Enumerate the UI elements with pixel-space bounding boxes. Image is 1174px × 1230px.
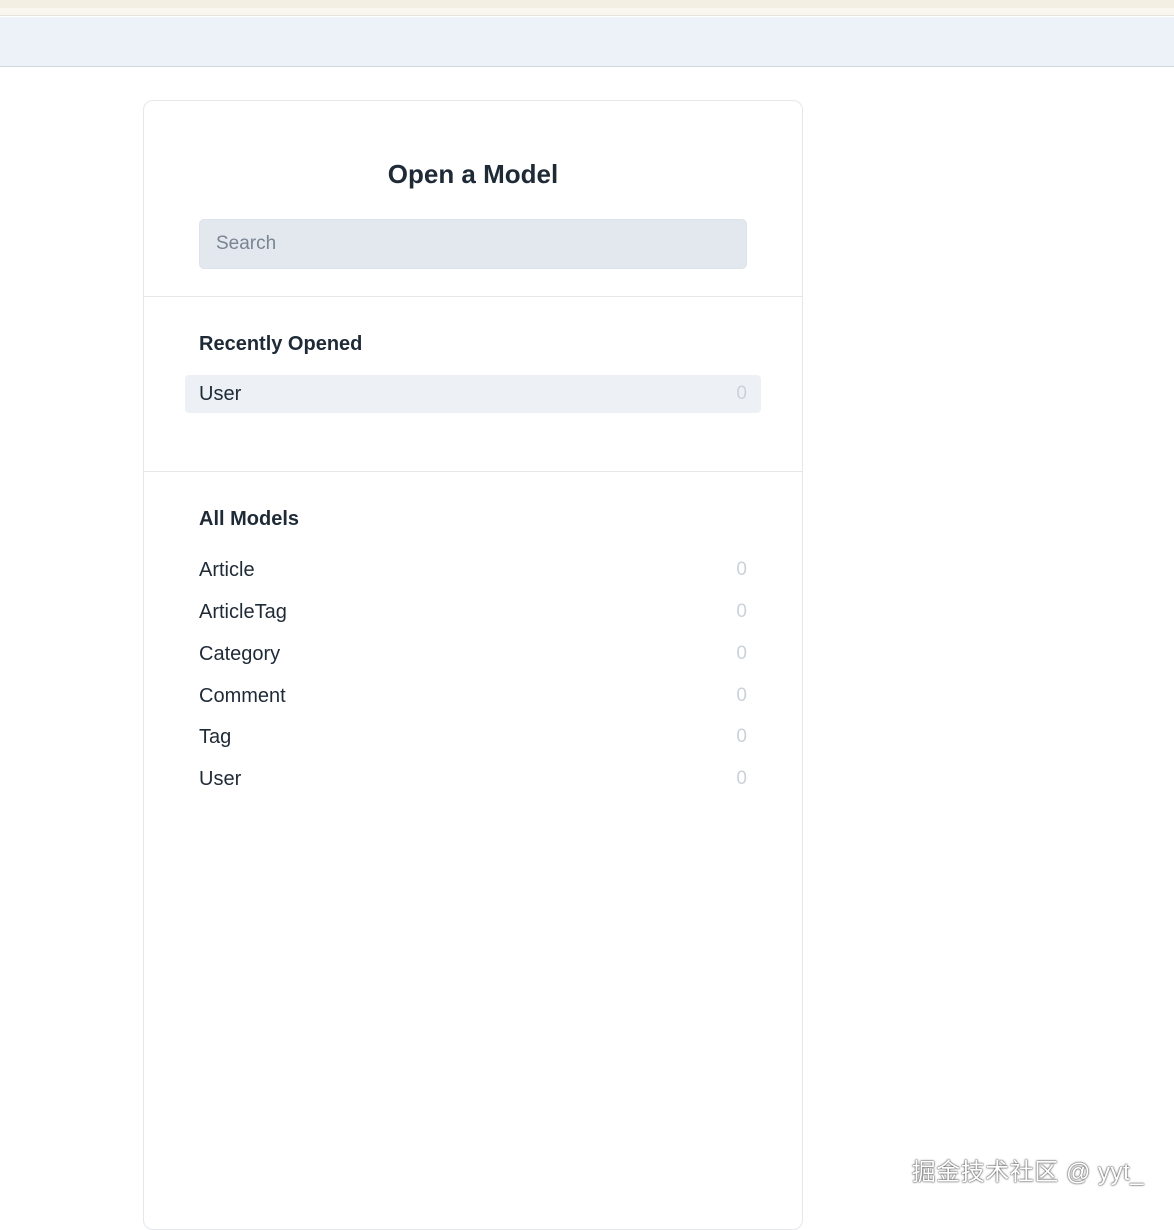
open-model-panel: Open a Model Recently Opened User 0 All … xyxy=(143,100,803,1230)
list-item-label: Tag xyxy=(199,725,232,748)
list-item-count: 0 xyxy=(736,559,747,580)
list-item-label: User xyxy=(199,767,242,790)
list-item-label: ArticleTag xyxy=(199,600,287,623)
list-item-count: 0 xyxy=(736,685,747,706)
list-item-label: Article xyxy=(199,558,255,581)
model-item-comment[interactable]: Comment 0 xyxy=(199,680,747,712)
header-bar xyxy=(0,17,1174,67)
model-item-articletag[interactable]: ArticleTag 0 xyxy=(199,596,747,628)
recently-opened-section: Recently Opened User 0 xyxy=(144,297,802,472)
window-top-strip xyxy=(0,0,1174,8)
list-item-count: 0 xyxy=(736,601,747,622)
model-item-category[interactable]: Category 0 xyxy=(199,638,747,670)
list-item-count: 0 xyxy=(736,643,747,664)
list-item-label: Comment xyxy=(199,684,286,707)
model-item-tag[interactable]: Tag 0 xyxy=(199,721,747,753)
watermark: 掘金技术社区 @ yyt_ xyxy=(911,1159,1144,1186)
model-item-user[interactable]: User 0 xyxy=(199,763,747,795)
recent-item-user[interactable]: User 0 xyxy=(185,375,761,413)
list-item-label: Category xyxy=(199,642,281,665)
panel-header: Open a Model xyxy=(144,101,802,297)
recently-opened-title: Recently Opened xyxy=(199,333,363,355)
list-item-label: User xyxy=(199,382,242,405)
list-item-count: 0 xyxy=(736,726,747,747)
list-item-count: 0 xyxy=(736,768,747,789)
search-input[interactable] xyxy=(199,219,747,269)
window-top-strip-line xyxy=(0,8,1174,16)
page-title: Open a Model xyxy=(387,159,559,189)
list-item-count: 0 xyxy=(736,383,747,404)
all-models-title: All Models xyxy=(199,508,300,530)
model-item-article[interactable]: Article 0 xyxy=(199,554,747,586)
